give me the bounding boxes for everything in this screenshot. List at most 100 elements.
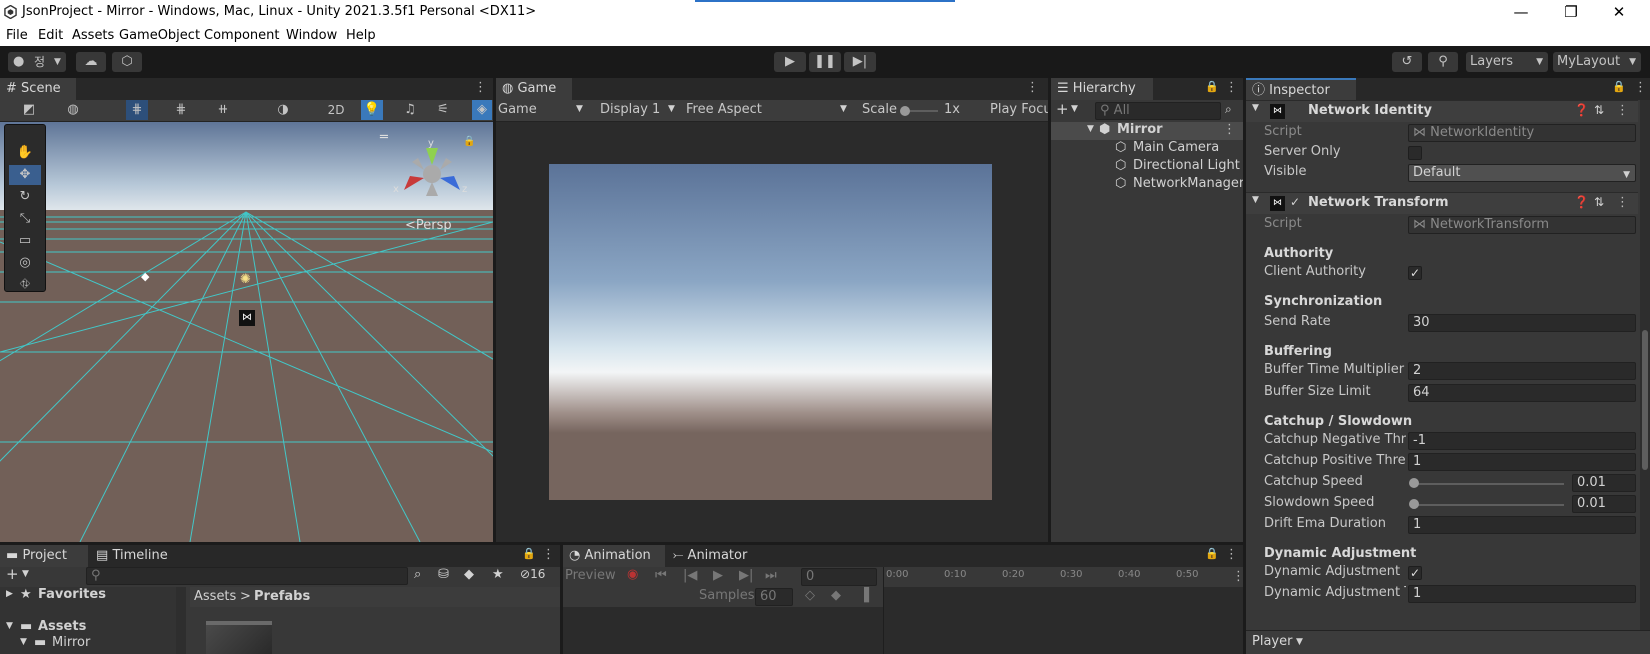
game-mode-dropdown[interactable]: Game [498,102,537,117]
preset-icon[interactable]: ⇅ [1594,103,1604,117]
grid-snap-icon[interactable]: ⋕ [126,100,148,120]
tab-project[interactable]: ▬ Project [0,545,88,567]
audio-icon[interactable]: ♫ [399,100,421,120]
persp-label[interactable]: <Persp [405,218,452,233]
breadcrumb-root[interactable]: Assets [194,589,236,604]
buffer-limit-field[interactable]: 64 [1408,384,1636,402]
move-tool-icon[interactable]: ✥ [9,165,41,185]
hierarchy-scene-row[interactable]: ▼ ⬢ Mirror ⋮ [1051,122,1243,140]
enabled-checkbox[interactable]: ✓ [1290,195,1300,209]
hidden-packages-toggle[interactable]: ⊘16 [520,567,545,581]
increment-snap-icon[interactable]: ⋕ [170,100,192,120]
more-menu-icon[interactable]: ⋮ [1223,122,1236,137]
custom-tool-icon[interactable]: ⛗ [14,275,36,295]
step-button[interactable]: ▶| [844,52,876,72]
favorites-item[interactable]: Favorites [38,587,106,602]
component-header-transform[interactable]: ▼ ⋈ ✓ Network Transform ❓ ⇅ ⋮ [1246,192,1638,214]
tab-animation[interactable]: ◔ Animation [563,545,665,567]
lock-icon[interactable]: 🔒 [522,547,536,560]
add-icon[interactable]: + [6,565,19,583]
gizmos-icon[interactable]: ◈ [472,100,492,120]
visible-dropdown[interactable]: Default ▼ [1408,164,1636,182]
keyframe-icon[interactable]: ◇ [805,588,815,603]
2d-toggle[interactable]: 2D [323,100,349,120]
search-button[interactable]: ⚲ [1428,52,1458,72]
add-keyframe-icon[interactable]: ◆ [831,588,841,603]
add-event-icon[interactable]: ▐ [859,588,869,603]
effects-icon[interactable]: ⚟ [432,100,454,120]
play-focused-dropdown[interactable]: Play Focu [990,102,1048,117]
menu-assets[interactable]: Assets [72,28,114,43]
rect-tool-icon[interactable]: ▭ [14,231,36,251]
last-key-icon[interactable]: ⏭ [765,568,777,583]
drift-field[interactable]: 1 [1408,516,1636,534]
frame-field[interactable]: 0 [801,568,877,586]
lighting-icon[interactable]: 💡 [361,100,383,120]
slowdown-speed-slider[interactable] [1414,504,1564,506]
catchup-negative-field[interactable]: -1 [1408,432,1636,450]
dynamic-adjustment-checkbox[interactable]: ✓ [1408,566,1422,580]
buffer-multiplier-field[interactable]: 2 [1408,362,1636,380]
menu-window[interactable]: Window [286,28,337,43]
component-header-identity[interactable]: ▼ ⋈ Network Identity ❓ ⇅ ⋮ [1246,100,1638,122]
tab-timeline[interactable]: ▤ Timeline [90,545,178,567]
record-icon[interactable]: ◉ [627,567,638,582]
star-icon[interactable]: ★ [492,567,504,582]
hand-tool-icon[interactable]: ✋ [14,143,36,163]
catchup-speed-knob[interactable] [1409,478,1419,488]
more-menu-icon[interactable]: ⋮ [474,80,487,95]
ruler-icon[interactable]: ⧺ [212,100,234,120]
timeline-ruler[interactable]: 0:00 0:10 0:20 0:30 0:40 0:50 ⋮ [884,567,1245,587]
chevron-down-icon[interactable]: ▼ [1071,104,1078,114]
scale-slider-knob[interactable] [900,106,910,116]
lock-icon[interactable]: 🔒 [1612,80,1626,93]
pause-button[interactable]: ❚❚ [809,52,841,72]
draw-mode-icon[interactable]: ◩ [18,100,40,120]
close-button[interactable]: ✕ [1596,0,1642,26]
add-icon[interactable]: + [1056,100,1069,118]
layers-dropdown[interactable]: Layers ▼ [1466,52,1548,72]
cloud-button[interactable]: ☁ [76,52,106,72]
more-menu-icon[interactable]: ⋮ [542,547,555,562]
minimize-button[interactable]: — [1498,0,1544,26]
scene-viewport[interactable]: ✋ ✥ ↻ ⤡ ▭ ◎ ⛗ y x z 🔒 ═ <Persp ◆ ✺ ⋈ [0,122,493,542]
catchup-positive-field[interactable]: 1 [1408,453,1636,471]
camera-gizmo-icon[interactable]: ◆ [141,270,149,283]
first-key-icon[interactable]: ⏮ [655,568,667,583]
history-button[interactable]: ↺ [1392,52,1422,72]
tab-animator[interactable]: ⤚ Animator [667,545,755,567]
menu-edit[interactable]: Edit [38,28,63,43]
samples-field[interactable]: 60 [755,588,793,606]
chevron-down-icon[interactable]: ▼ [22,569,29,579]
more-menu-icon[interactable]: ⋮ [1616,195,1629,210]
hierarchy-item[interactable]: ⬡ Main Camera [1051,140,1243,158]
aspect-dropdown[interactable]: Free Aspect [686,102,762,117]
hierarchy-item[interactable]: ⬡ NetworkManager [1051,176,1243,194]
scale-tool-icon[interactable]: ⤡ [14,209,36,229]
search-options-icon[interactable]: ⌕ [1225,102,1232,117]
next-key-icon[interactable]: ▶| [739,568,753,583]
prev-key-icon[interactable]: |◀ [683,568,697,583]
play-button[interactable]: ▶ [774,52,806,72]
tree-scrollbar[interactable] [176,587,186,654]
prefab-thumbnail[interactable] [206,621,272,654]
dynamic-adjustment-t-field[interactable]: 1 [1408,585,1636,603]
tab-hierarchy[interactable]: ☰ Hierarchy [1051,78,1153,100]
tab-scene[interactable]: # Scene [0,78,76,100]
tab-inspector[interactable]: ⓘ Inspector [1246,78,1356,100]
menu-component[interactable]: Component [204,28,279,43]
project-search-input[interactable]: ⚲ [86,567,408,585]
help-icon[interactable]: ❓ [1574,103,1589,117]
hierarchy-item[interactable]: ⬡ Directional Light [1051,158,1243,176]
mirror-gizmo-icon[interactable]: ⋈ [239,310,255,326]
drag-handle-icon[interactable]: ═ [380,130,388,145]
search-by-type-icon[interactable]: ⌕ [414,567,421,582]
shading-mode-icon[interactable]: ◑ [272,100,294,120]
lock-icon[interactable]: 🔒 [463,136,475,147]
send-rate-field[interactable]: 30 [1408,314,1636,332]
tab-game[interactable]: ◍ Game [496,78,572,100]
more-menu-icon[interactable]: ⋮ [1225,547,1238,562]
lock-icon[interactable]: 🔒 [1205,547,1219,560]
client-authority-checkbox[interactable]: ✓ [1408,266,1422,280]
transform-tool-icon[interactable]: ◎ [14,253,36,273]
